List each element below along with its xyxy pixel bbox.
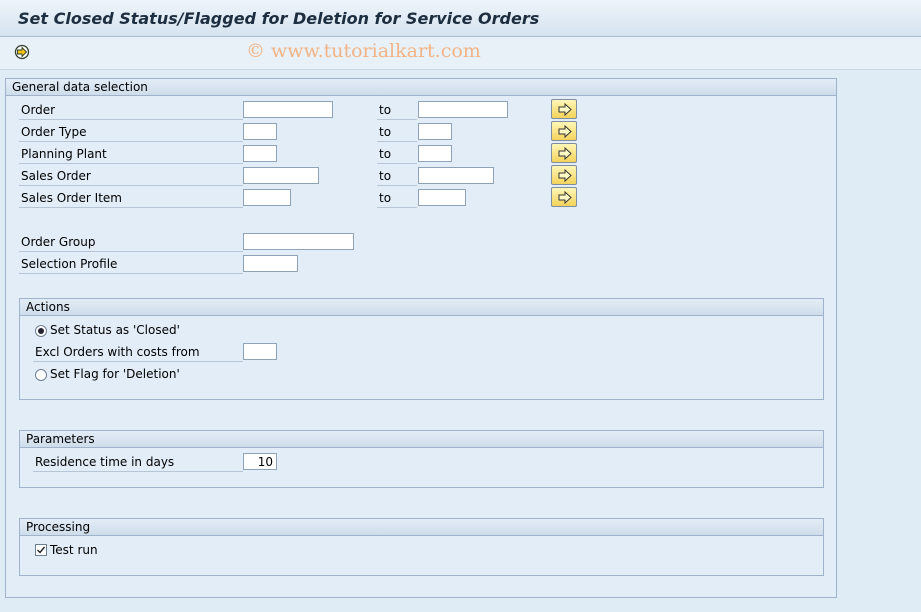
sales-order-multiple-selection-button[interactable]	[551, 165, 577, 185]
planning-plant-to-label: to	[377, 145, 417, 164]
order-type-multiple-selection-button[interactable]	[551, 121, 577, 141]
planning-plant-multiple-selection-button[interactable]	[551, 143, 577, 163]
order-group-input[interactable]	[243, 233, 354, 250]
planning-plant-to-input[interactable]	[418, 145, 452, 162]
title-bar: Set Closed Status/Flagged for Deletion f…	[0, 0, 921, 37]
general-data-header: General data selection	[6, 79, 836, 96]
sales-order-label: Sales Order	[19, 167, 243, 186]
order-group-label: Order Group	[19, 233, 243, 252]
processing-frame: Processing	[19, 518, 824, 576]
parameters-header: Parameters	[20, 431, 823, 448]
execute-icon[interactable]	[14, 44, 30, 60]
order-type-to-input[interactable]	[418, 123, 452, 140]
order-multiple-selection-button[interactable]	[551, 99, 577, 119]
order-type-label: Order Type	[19, 123, 243, 142]
test-run-checkbox[interactable]	[35, 544, 47, 556]
order-to-input[interactable]	[418, 101, 508, 118]
sales-order-from-input[interactable]	[243, 167, 319, 184]
page-title: Set Closed Status/Flagged for Deletion f…	[18, 9, 540, 28]
order-from-input[interactable]	[243, 101, 333, 118]
test-run-label[interactable]: Test run	[50, 542, 98, 558]
sales-order-item-to-input[interactable]	[418, 189, 466, 206]
planning-plant-label: Planning Plant	[19, 145, 243, 164]
residence-time-input[interactable]	[243, 453, 277, 470]
sales-order-item-multiple-selection-button[interactable]	[551, 187, 577, 207]
selection-profile-input[interactable]	[243, 255, 298, 272]
arrow-right-icon	[558, 103, 572, 116]
selection-profile-label: Selection Profile	[19, 255, 243, 274]
sales-order-item-label: Sales Order Item	[19, 189, 243, 208]
set-closed-label[interactable]: Set Status as 'Closed'	[50, 322, 180, 338]
actions-header: Actions	[20, 299, 823, 316]
set-deletion-label[interactable]: Set Flag for 'Deletion'	[50, 366, 180, 382]
order-type-from-input[interactable]	[243, 123, 277, 140]
planning-plant-from-input[interactable]	[243, 145, 277, 162]
sales-order-item-to-label: to	[377, 189, 417, 208]
excl-costs-input[interactable]	[243, 343, 277, 360]
sales-order-item-from-input[interactable]	[243, 189, 291, 206]
arrow-right-icon	[558, 191, 572, 204]
set-closed-radio[interactable]	[35, 325, 47, 337]
sales-order-to-label: to	[377, 167, 417, 186]
excl-costs-label: Excl Orders with costs from	[33, 343, 243, 362]
order-label: Order	[19, 101, 243, 120]
arrow-right-icon	[558, 125, 572, 138]
residence-time-label: Residence time in days	[33, 453, 243, 472]
arrow-right-icon	[558, 147, 572, 160]
order-type-to-label: to	[377, 123, 417, 142]
set-deletion-radio[interactable]	[35, 369, 47, 381]
processing-header: Processing	[20, 519, 823, 536]
watermark-text: © www.tutorialkart.com	[246, 40, 481, 62]
arrow-right-icon	[558, 169, 572, 182]
order-to-label: to	[377, 101, 417, 120]
sales-order-to-input[interactable]	[418, 167, 494, 184]
checkmark-icon	[37, 546, 46, 554]
